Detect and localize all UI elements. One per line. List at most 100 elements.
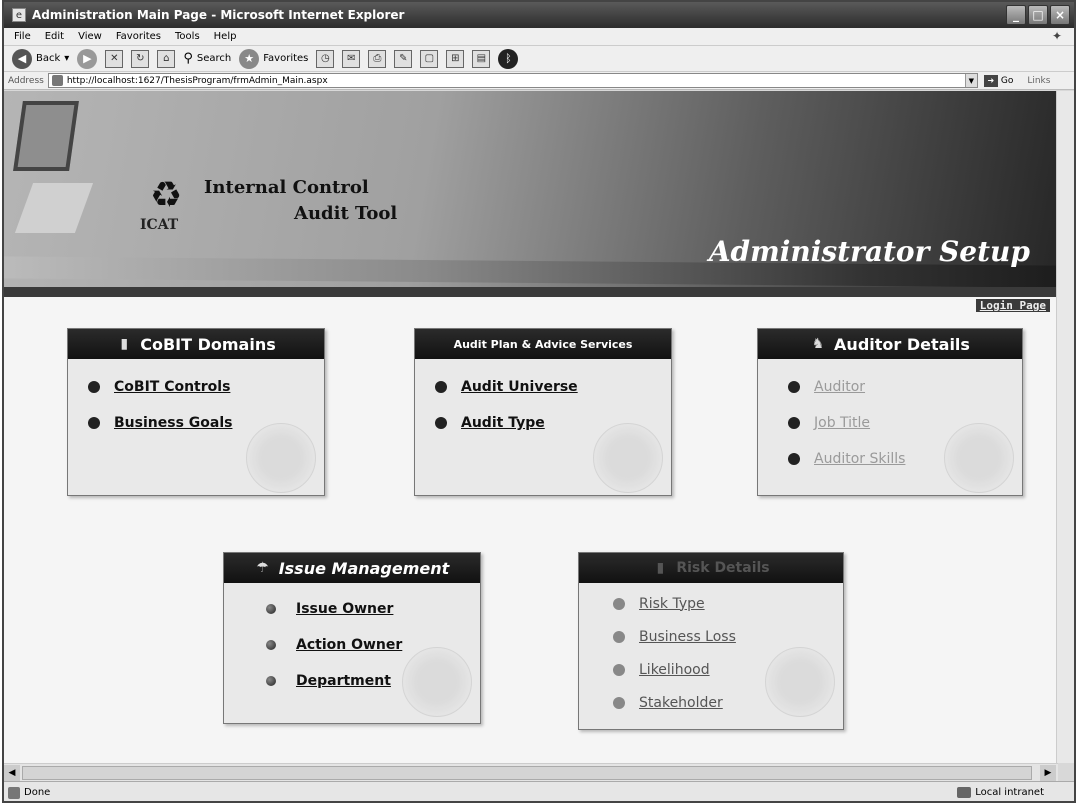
bullet-icon: [613, 597, 625, 610]
business-loss-link[interactable]: Business Loss: [639, 629, 736, 645]
favorites-label: Favorites: [263, 53, 309, 64]
panel-header: ☂ Issue Management: [224, 553, 480, 583]
history-button[interactable]: ◷: [316, 49, 335, 68]
job-title-link[interactable]: Job Title: [814, 415, 870, 431]
refresh-button[interactable]: ↻: [131, 49, 150, 68]
menu-favorites[interactable]: Favorites: [116, 31, 161, 42]
page-icon: ▢: [420, 49, 439, 68]
scroll-thumb[interactable]: [22, 765, 1032, 780]
list-item: Auditor: [788, 369, 1022, 405]
page-icon: [51, 75, 63, 86]
forward-button[interactable]: ▶: [77, 48, 98, 69]
stop-button[interactable]: ✕: [105, 49, 124, 68]
brand-name-line2: Audit Tool: [294, 203, 398, 224]
print-button[interactable]: ⎙: [368, 49, 387, 68]
recycle-logo-icon: ♻: [149, 174, 183, 216]
menu-bar: File Edit View Favorites Tools Help ✦: [4, 28, 1074, 46]
issue-owner-link[interactable]: Issue Owner: [296, 601, 393, 617]
favorites-button[interactable]: ★ Favorites: [239, 48, 309, 69]
chalkboard-graphic: [13, 101, 79, 171]
bullet-icon: [613, 696, 625, 709]
menu-file[interactable]: File: [14, 31, 31, 42]
go-arrow-icon: ➜: [983, 74, 998, 87]
books-icon: ▤: [472, 49, 491, 68]
header-banner: ♻ Internal Control Audit Tool ICAT Admin…: [4, 91, 1058, 291]
page-done-icon: [8, 786, 20, 799]
panel-body: Risk Type Business Loss Likelihood Stake…: [579, 583, 843, 723]
refresh-icon: ↻: [131, 49, 150, 68]
business-goals-link[interactable]: Business Goals: [114, 415, 232, 431]
list-item: Issue Owner: [266, 591, 480, 627]
address-input[interactable]: http://localhost:1627/ThesisProgram/frmA…: [47, 73, 978, 88]
umbrella-icon: ☂: [256, 560, 269, 576]
department-link[interactable]: Department: [296, 673, 391, 689]
toolbar: ◀ Back ▾ ▶ ✕ ↻ ⌂ ⚲ Search ★ Favorites ◷ …: [4, 46, 1074, 72]
security-zone: Local intranet: [957, 787, 1044, 798]
address-url: http://localhost:1627/ThesisProgram/frmA…: [66, 75, 328, 86]
cobit-controls-link[interactable]: CoBIT Controls: [114, 379, 230, 395]
go-button[interactable]: ➜ Go: [983, 74, 1014, 87]
maximize-icon[interactable]: □: [1028, 5, 1048, 25]
discuss-button[interactable]: ▢: [420, 49, 439, 68]
document-icon: ▮: [120, 336, 129, 352]
stakeholder-link[interactable]: Stakeholder: [639, 695, 723, 711]
list-item: Risk Type: [613, 587, 843, 620]
edit-button[interactable]: ✎: [394, 49, 413, 68]
horizontal-scrollbar[interactable]: ◀ ▶: [4, 763, 1058, 781]
chevron-down-icon[interactable]: ▾: [64, 53, 69, 64]
cobit-domains-panel: ▮ CoBIT Domains CoBIT Controls Business …: [67, 328, 325, 496]
bullet-icon: [266, 676, 276, 686]
print-icon: ⎙: [368, 49, 387, 68]
research-button[interactable]: ▤: [472, 49, 491, 68]
bluetooth-button[interactable]: ᛒ: [498, 48, 519, 69]
status-text: Done: [24, 787, 51, 798]
mail-button[interactable]: ✉: [342, 49, 361, 68]
close-icon[interactable]: ×: [1050, 5, 1070, 25]
ie-icon: e: [12, 8, 26, 22]
panel-header: ▮ Risk Details: [579, 553, 843, 583]
search-button[interactable]: ⚲ Search: [183, 51, 231, 66]
auditor-link[interactable]: Auditor: [814, 379, 865, 395]
search-label: Search: [196, 53, 232, 64]
go-label: Go: [1000, 75, 1014, 86]
chevron-down-icon[interactable]: ▼: [964, 74, 977, 87]
links-button[interactable]: Links: [1027, 76, 1050, 86]
login-page-link[interactable]: Login Page: [975, 299, 1050, 312]
globe-watermark-icon: [944, 423, 1014, 493]
minimize-icon[interactable]: _: [1006, 5, 1026, 25]
panel-body: CoBIT Controls Business Goals: [68, 359, 324, 495]
action-owner-link[interactable]: Action Owner: [296, 637, 402, 653]
banner-divider: [4, 287, 1058, 297]
audit-type-link[interactable]: Audit Type: [461, 415, 545, 431]
scroll-left-icon[interactable]: ◀: [4, 764, 20, 781]
bullet-icon: [88, 381, 100, 393]
menu-edit[interactable]: Edit: [45, 31, 64, 42]
auditor-skills-link[interactable]: Auditor Skills: [814, 451, 905, 467]
audit-universe-link[interactable]: Audit Universe: [461, 379, 578, 395]
messenger-button[interactable]: ⊞: [446, 49, 465, 68]
forward-arrow-icon: ▶: [77, 48, 98, 69]
likelihood-link[interactable]: Likelihood: [639, 662, 710, 678]
panel-title: CoBIT Domains: [140, 334, 276, 354]
panel-header: Audit Plan & Advice Services: [415, 329, 671, 359]
bullet-icon: [435, 417, 447, 429]
bullet-icon: [788, 417, 800, 429]
home-button[interactable]: ⌂: [157, 49, 176, 68]
globe-watermark-icon: [246, 423, 316, 493]
address-label: Address: [8, 75, 44, 86]
status-bar: Done Local intranet: [4, 781, 1074, 801]
globe-watermark-icon: [765, 647, 835, 717]
menu-help[interactable]: Help: [214, 31, 237, 42]
back-button[interactable]: ◀ Back ▾: [12, 48, 69, 69]
scroll-right-icon[interactable]: ▶: [1040, 764, 1056, 781]
panel-title: Issue Management: [278, 558, 450, 578]
paper-graphic: [14, 183, 94, 233]
risk-type-link[interactable]: Risk Type: [639, 596, 705, 612]
menu-view[interactable]: View: [78, 31, 102, 42]
vertical-scrollbar[interactable]: [1056, 91, 1074, 763]
panel-header: ▮ CoBIT Domains: [68, 329, 324, 359]
list-item: CoBIT Controls: [88, 369, 324, 405]
menu-tools[interactable]: Tools: [175, 31, 200, 42]
brand-acronym: ICAT: [140, 217, 179, 233]
bullet-icon: [435, 381, 447, 393]
